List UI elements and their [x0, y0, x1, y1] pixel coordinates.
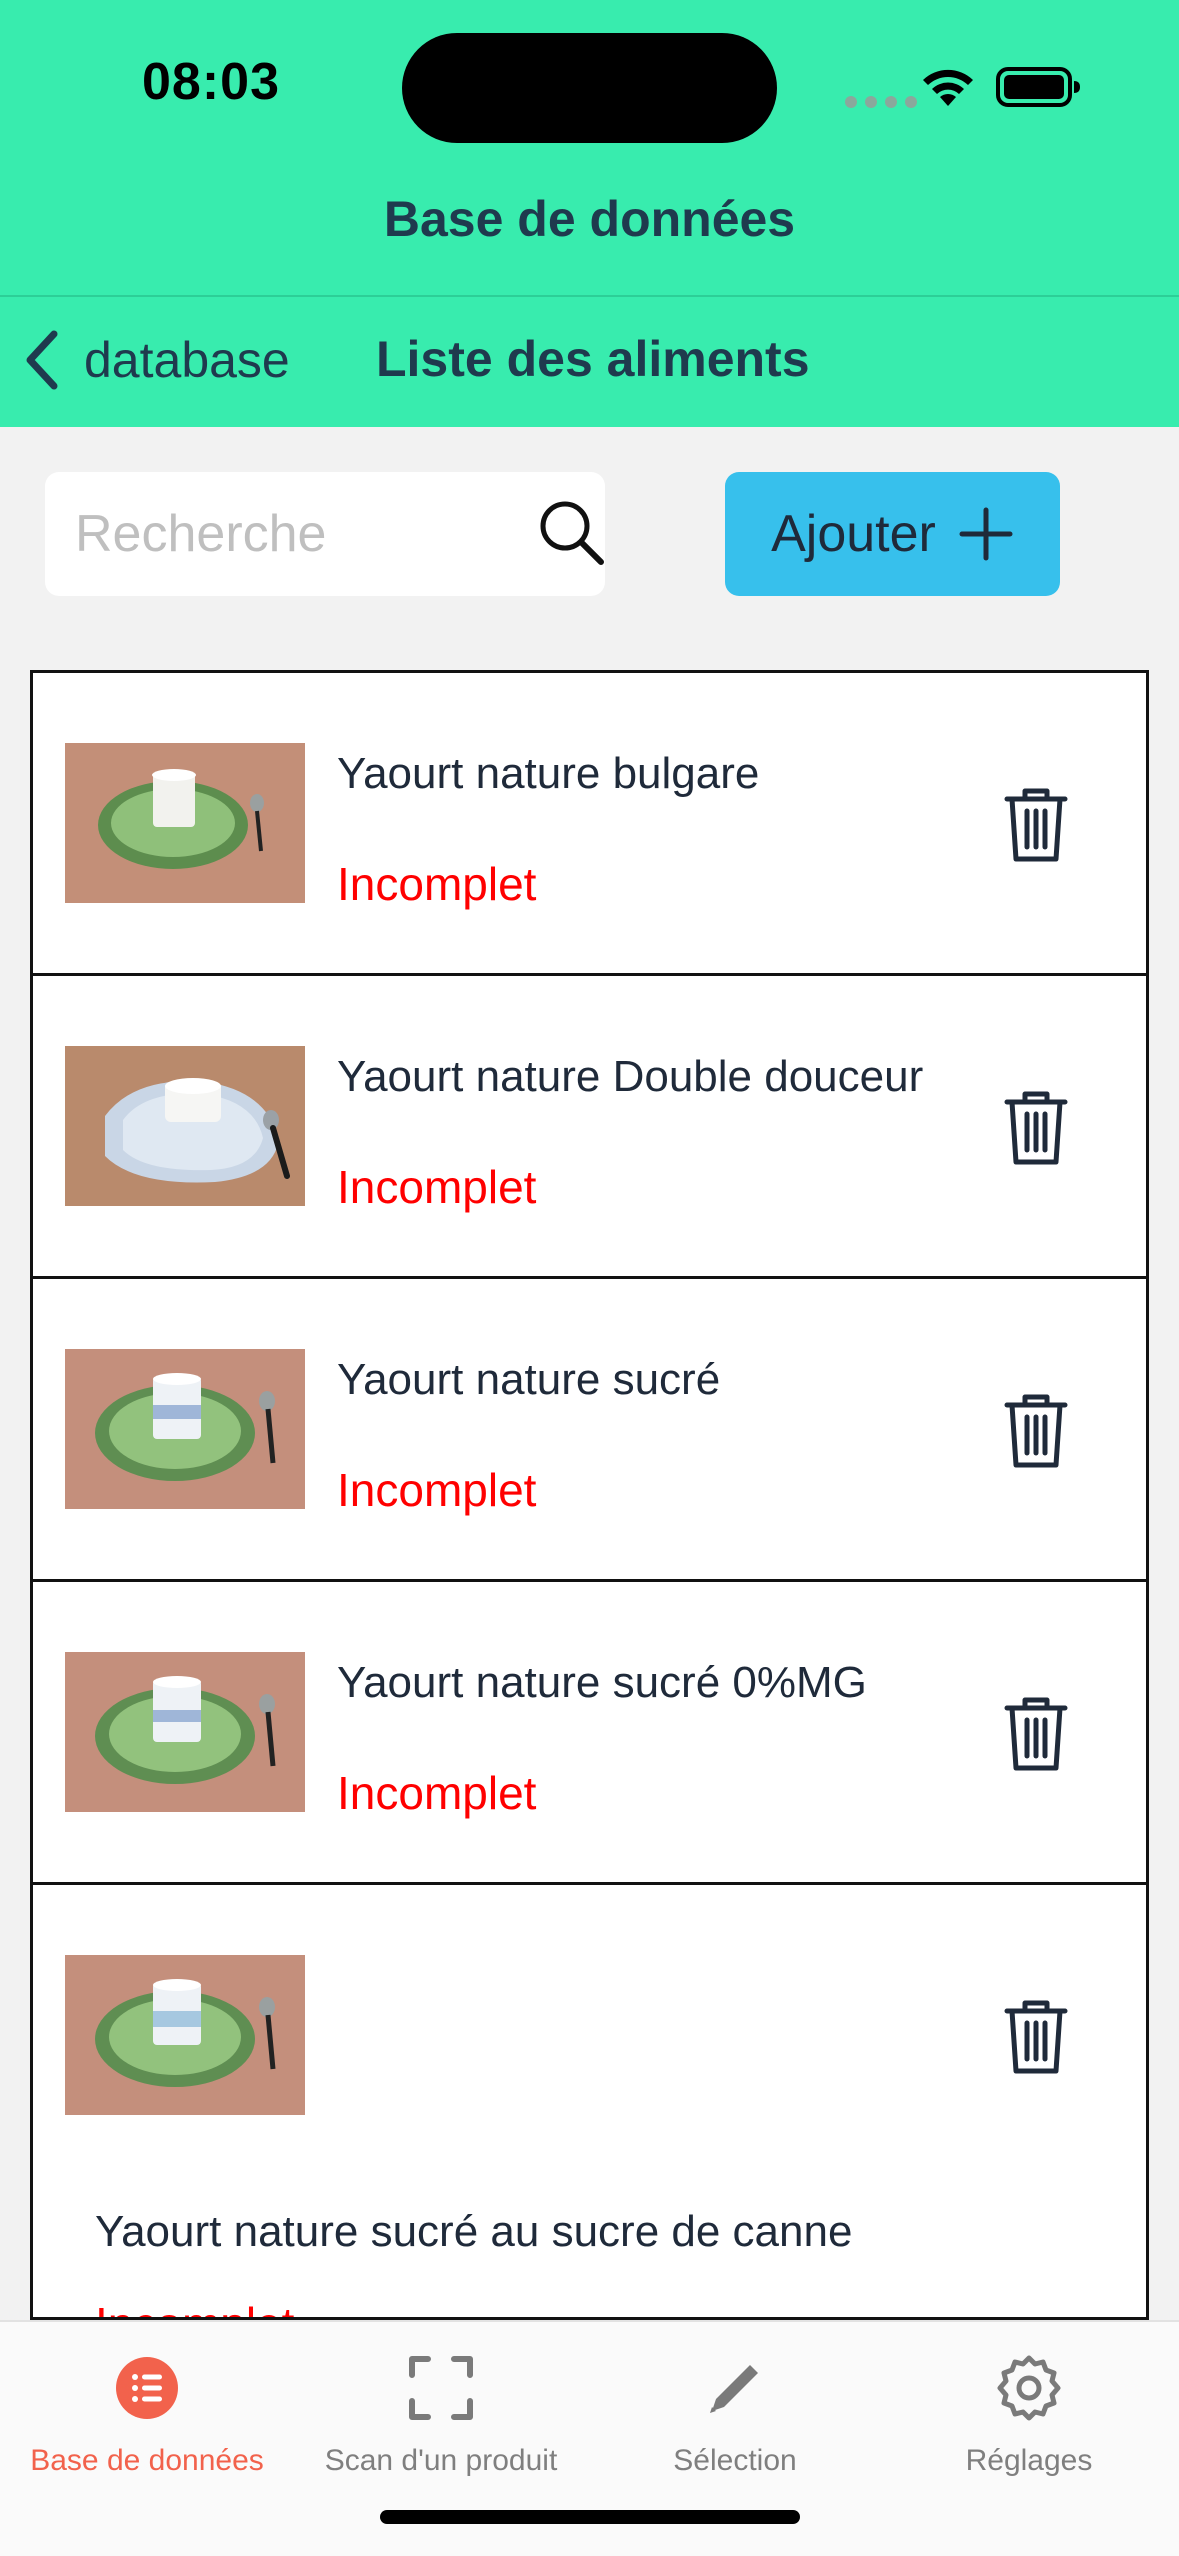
tab-settings[interactable]: Réglages: [882, 2342, 1176, 2492]
food-image: [65, 743, 305, 903]
tab-label: Scan d'un produit: [324, 2444, 558, 2477]
add-button-label: Ajouter: [771, 505, 936, 563]
food-image: [65, 1046, 305, 1206]
pencil-icon: [710, 2365, 758, 2413]
food-image: [65, 1349, 305, 1509]
food-list[interactable]: Yaourt nature bulgare Incomplet Yaourt n…: [30, 670, 1149, 2320]
battery-icon: [996, 67, 1080, 107]
scan-icon: [409, 2356, 473, 2420]
tab-label: Réglages: [965, 2444, 1093, 2477]
tab-selection[interactable]: Sélection: [588, 2342, 882, 2492]
add-button[interactable]: Ajouter: [725, 472, 1060, 596]
list-item[interactable]: Yaourt nature sucré 0%MG Incomplet: [33, 1582, 1146, 1885]
page-title: Liste des aliments: [376, 331, 810, 387]
trash-icon[interactable]: [1003, 1997, 1069, 2077]
tab-label: Sélection: [673, 2444, 797, 2477]
food-name: Yaourt nature Double douceur: [337, 1052, 924, 1101]
trash-icon[interactable]: [1003, 1088, 1069, 1168]
list-item[interactable]: Yaourt nature bulgare Incomplet: [33, 673, 1146, 976]
list-item[interactable]: Yaourt nature Double douceur Incomplet: [33, 976, 1146, 1279]
food-status: Incomplet: [95, 2297, 294, 2317]
food-image: [65, 1652, 305, 1812]
nav-divider: [0, 295, 1179, 297]
wifi-icon: [923, 69, 973, 106]
cellular-signal-icon: [845, 96, 917, 108]
search-icon[interactable]: [535, 496, 611, 572]
plus-icon: [959, 507, 1013, 561]
food-status: Incomplet: [337, 1767, 537, 1819]
trash-icon[interactable]: [1003, 1694, 1069, 1774]
gear-icon: [997, 2355, 1061, 2421]
list-item[interactable]: Yaourt nature sucré Incomplet: [33, 1279, 1146, 1582]
search-input[interactable]: [75, 494, 495, 574]
food-status: Incomplet: [337, 1464, 537, 1516]
dynamic-island: [402, 33, 777, 143]
app-title: Base de données: [383, 191, 796, 247]
app-header: 08:03 Base de données database Liste des…: [0, 0, 1179, 427]
food-name: Yaourt nature sucré au sucre de canne: [95, 2207, 853, 2256]
search-box[interactable]: [45, 472, 605, 596]
chevron-left-icon: [26, 330, 58, 390]
trash-icon[interactable]: [1003, 1391, 1069, 1471]
food-status: Incomplet: [337, 1161, 537, 1213]
food-status: Incomplet: [337, 858, 537, 910]
list-icon: [116, 2357, 178, 2419]
status-time: 08:03: [142, 53, 280, 111]
trash-icon[interactable]: [1003, 785, 1069, 865]
tab-label: Base de données: [30, 2444, 264, 2477]
food-image: [65, 1955, 305, 2115]
tab-database[interactable]: Base de données: [0, 2342, 294, 2492]
back-label: database: [84, 332, 290, 388]
food-name: Yaourt nature bulgare: [337, 749, 760, 798]
home-indicator[interactable]: [380, 2510, 800, 2524]
list-item[interactable]: Yaourt nature sucré au sucre de canne In…: [33, 1885, 1146, 2317]
back-button[interactable]: database: [22, 320, 290, 400]
food-name: Yaourt nature sucré: [337, 1355, 721, 1404]
tab-scan[interactable]: Scan d'un produit: [294, 2342, 588, 2492]
food-name: Yaourt nature sucré 0%MG: [337, 1658, 867, 1707]
